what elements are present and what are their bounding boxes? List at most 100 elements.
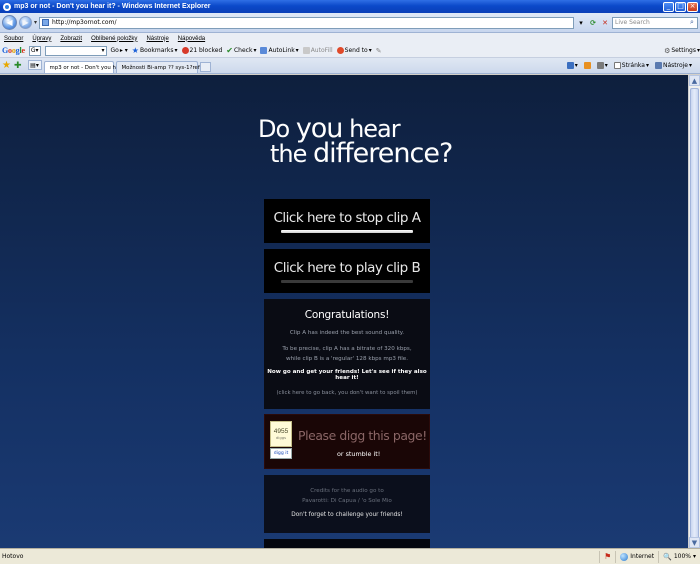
close-window-button[interactable]: × bbox=[687, 1, 698, 12]
address-field[interactable]: http://mp3ornot.com/ bbox=[39, 16, 574, 29]
address-text[interactable]: http://mp3ornot.com/ bbox=[52, 19, 116, 26]
result-panel: Congratulations! Clip A has indeed the b… bbox=[264, 299, 430, 409]
minimize-button[interactable]: _ bbox=[663, 1, 674, 12]
address-toolbar: ◀ ▶ ▾ http://mp3ornot.com/ ▾ ⟳ ✕ Live Se… bbox=[0, 13, 700, 33]
credits-panel: Credits for the audio go to Pavarotti: Di… bbox=[264, 475, 430, 533]
status-bar: Hotovo ⚑ Internet 🔍 100% ▾ bbox=[0, 548, 700, 564]
result-line1: Clip A has indeed the best sound quality… bbox=[289, 330, 405, 336]
digg-count: 4955 diggs bbox=[270, 421, 292, 447]
autolink-button[interactable]: AutoLink ▾ bbox=[260, 47, 299, 54]
tools-icon bbox=[654, 62, 662, 69]
google-engine-select[interactable]: G ▾ bbox=[28, 45, 41, 56]
menu-favorites[interactable]: Oblíbené položky bbox=[91, 36, 137, 42]
ie-icon bbox=[3, 2, 11, 11]
window-titlebar: mp3 or not - Don't you hear it? - Window… bbox=[0, 0, 700, 13]
scroll-thumb[interactable] bbox=[690, 88, 699, 543]
digg-badge: 4955 diggs digg it bbox=[270, 421, 292, 462]
digg-it-button[interactable]: digg it bbox=[270, 448, 292, 459]
clip-a-label: Click here to stop clip A bbox=[273, 209, 421, 226]
search-placeholder[interactable]: Live Search bbox=[615, 19, 687, 26]
menu-help[interactable]: Nápověda bbox=[178, 36, 205, 42]
result-cta: Now go and get your friends! Let's see i… bbox=[267, 369, 427, 381]
tab-row: ★ ✚ ▤▾ mp3 or not - Don't you he... × Mo… bbox=[0, 58, 700, 74]
back-button[interactable]: ◀ bbox=[2, 15, 17, 30]
scroll-down-icon[interactable]: ▼ bbox=[689, 537, 700, 548]
protected-mode-segment[interactable]: ⚑ bbox=[599, 550, 615, 563]
google-toolbar: Google G ▾ ▾ Go ▸ ▾ ★ Bookmarks ▾ 21 blocke… bbox=[0, 44, 700, 58]
vertical-scrollbar[interactable]: ▲ ▼ bbox=[688, 75, 700, 548]
zoom-icon: 🔍 bbox=[663, 552, 672, 561]
history-dropdown-icon[interactable]: ▾ bbox=[34, 19, 37, 26]
home-button[interactable]: ▾ bbox=[566, 62, 578, 69]
tab-biamp[interactable]: Možnosti Bi-amp ?? sys-1?ref... bbox=[115, 61, 205, 73]
google-go-button[interactable]: Go ▸ ▾ bbox=[111, 47, 128, 54]
tab-label: Možnosti Bi-amp ?? sys-1?ref... bbox=[121, 64, 205, 71]
page-content: Do you hear the difference? Click here t… bbox=[0, 75, 688, 548]
print-button[interactable]: ▾ bbox=[596, 62, 608, 69]
globe-icon bbox=[620, 552, 629, 561]
page-icon bbox=[613, 62, 621, 69]
maximize-button[interactable]: □ bbox=[675, 1, 686, 12]
window-title: mp3 or not - Don't you hear it? - Window… bbox=[14, 3, 211, 10]
result-bitrate: To be precise, clip A has a bitrate of 3… bbox=[282, 346, 412, 362]
highlight-button[interactable]: ✎ bbox=[376, 47, 382, 55]
pen-icon: ✎ bbox=[375, 46, 382, 55]
credits-text: Credits for the audio go to Pavarotti: Di… bbox=[302, 488, 392, 504]
favorites-star-icon[interactable]: ★ bbox=[2, 59, 11, 73]
menu-view[interactable]: Zobrazit bbox=[60, 36, 82, 42]
next-panel-edge bbox=[264, 539, 430, 548]
menu-bar: Soubor Úpravy Zobrazit Oblíbené položky … bbox=[0, 33, 700, 44]
spellcheck-button[interactable]: ✔ Check ▾ bbox=[226, 45, 256, 55]
warning-icon: ⚑ bbox=[604, 552, 612, 561]
tab-label: mp3 or not - Don't you he... bbox=[49, 64, 125, 71]
block-icon bbox=[181, 47, 189, 54]
menu-edit[interactable]: Úpravy bbox=[32, 36, 51, 42]
new-tab-button[interactable] bbox=[199, 62, 211, 72]
page-menu-button[interactable]: Stránka ▾ bbox=[613, 62, 649, 69]
print-icon bbox=[596, 62, 604, 69]
site-favicon-icon bbox=[42, 19, 50, 26]
google-settings-button[interactable]: ⚙ Settings ▾ bbox=[664, 47, 700, 55]
check-icon: ✔ bbox=[226, 45, 233, 55]
sendto-button[interactable]: Send to ▾ bbox=[336, 47, 372, 54]
clip-b-progress bbox=[281, 279, 413, 283]
command-bar: ▾ ▾ Stránka ▾ Nástroje ▾ bbox=[566, 58, 700, 73]
challenge-text: Don't forget to challenge your friends! bbox=[291, 512, 403, 518]
star-icon: ★ bbox=[131, 45, 139, 55]
home-icon bbox=[566, 62, 574, 69]
tab-mp3ornot[interactable]: mp3 or not - Don't you he... × bbox=[43, 61, 131, 73]
digg-panel: 4955 diggs digg it Please digg this page… bbox=[264, 414, 430, 469]
result-title: Congratulations! bbox=[304, 309, 390, 321]
send-icon bbox=[336, 47, 344, 54]
stop-icon[interactable]: ✕ bbox=[600, 17, 610, 28]
digg-prompt-link[interactable]: Please digg this page! bbox=[298, 428, 427, 443]
google-bookmarks-button[interactable]: ★ Bookmarks ▾ bbox=[131, 45, 178, 55]
autofill-icon bbox=[302, 47, 310, 54]
search-icon[interactable]: ⌕ bbox=[687, 18, 697, 27]
menu-tools[interactable]: Nástroje bbox=[146, 36, 168, 42]
tools-menu-button[interactable]: Nástroje ▾ bbox=[654, 62, 692, 69]
google-search-input[interactable]: ▾ bbox=[44, 45, 107, 56]
quick-tabs-button[interactable]: ▤▾ bbox=[27, 60, 42, 70]
go-back-link[interactable]: (click here to go back, you don't want t… bbox=[264, 390, 430, 396]
popup-blocked-button[interactable]: 21 blocked bbox=[181, 47, 222, 54]
clip-b-label: Click here to play clip B bbox=[273, 259, 421, 276]
menu-file[interactable]: Soubor bbox=[4, 36, 23, 42]
feeds-button[interactable] bbox=[583, 62, 591, 69]
wrench-icon: ⚙ bbox=[664, 46, 671, 55]
scroll-up-icon[interactable]: ▲ bbox=[689, 75, 700, 86]
refresh-icon[interactable]: ⟳ bbox=[588, 17, 598, 28]
stumble-link[interactable]: or stumble it! bbox=[337, 450, 380, 458]
address-dropdown-icon[interactable]: ▾ bbox=[576, 17, 586, 28]
zone-segment[interactable]: Internet bbox=[615, 550, 658, 563]
clip-a-progress bbox=[281, 229, 413, 233]
play-clip-b-button[interactable]: Click here to play clip B bbox=[264, 249, 430, 293]
autolink-icon bbox=[260, 47, 268, 54]
zoom-segment[interactable]: 🔍 100% ▾ bbox=[658, 550, 700, 563]
forward-button[interactable]: ▶ bbox=[19, 16, 32, 29]
status-text: Hotovo bbox=[2, 553, 24, 560]
search-field[interactable]: Live Search ⌕ bbox=[612, 16, 698, 29]
stop-clip-a-button[interactable]: Click here to stop clip A bbox=[264, 199, 430, 243]
add-favorite-icon[interactable]: ✚ bbox=[14, 59, 22, 73]
autofill-button[interactable]: AutoFill bbox=[302, 47, 333, 54]
